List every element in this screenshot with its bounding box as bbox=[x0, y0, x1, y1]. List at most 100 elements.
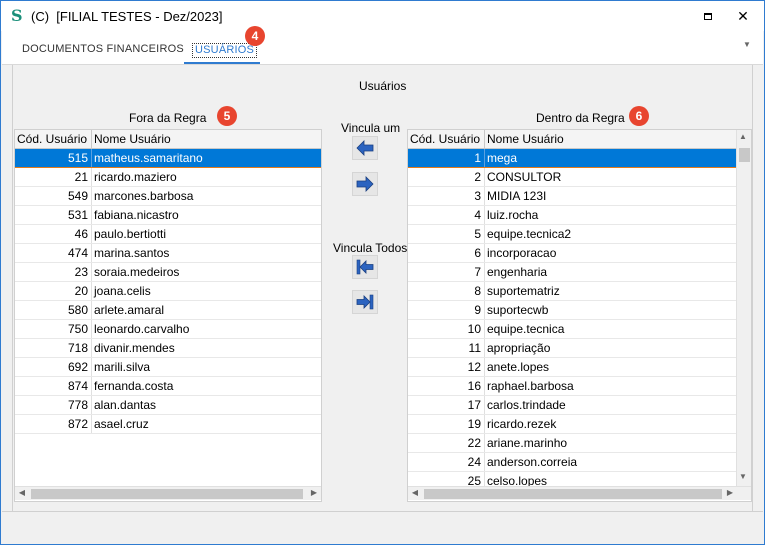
user-code-cell: 7 bbox=[408, 263, 485, 281]
user-name-cell: apropriação bbox=[487, 341, 551, 355]
user-code-cell: 872 bbox=[15, 415, 92, 433]
left-col-code-header[interactable]: Cód. Usuário bbox=[15, 130, 92, 149]
right-scroll-thumb[interactable] bbox=[424, 489, 722, 499]
table-row[interactable]: 17 carlos.trindade bbox=[408, 396, 736, 415]
table-row[interactable]: 10 equipe.tecnica bbox=[408, 320, 736, 339]
table-row[interactable]: 22 ariane.marinho bbox=[408, 434, 736, 453]
table-row[interactable]: 692 marili.silva bbox=[15, 358, 321, 377]
table-row[interactable]: 6 incorporacao bbox=[408, 244, 736, 263]
right-horizontal-scrollbar[interactable]: ◀ ▶ bbox=[408, 486, 751, 500]
table-row[interactable]: 16 raphael.barbosa bbox=[408, 377, 736, 396]
right-col-code-header[interactable]: Cód. Usuário bbox=[408, 130, 485, 149]
arrow-last-icon bbox=[356, 294, 374, 310]
app-logo-icon: S bbox=[11, 6, 23, 25]
table-row[interactable]: 474 marina.santos bbox=[15, 244, 321, 263]
table-row[interactable]: 750 leonardo.carvalho bbox=[15, 320, 321, 339]
move-all-left-button[interactable] bbox=[352, 255, 378, 279]
user-code-cell: 580 bbox=[15, 301, 92, 319]
user-name-cell: incorporacao bbox=[487, 246, 557, 260]
scroll-left-icon[interactable]: ◀ bbox=[15, 488, 29, 497]
move-one-right-button[interactable] bbox=[352, 172, 378, 196]
tab-documentos-financeiros[interactable]: DOCUMENTOS FINANCEIROS bbox=[22, 43, 184, 55]
arrow-right-icon bbox=[356, 176, 374, 192]
window-title: (C) [FILIAL TESTES - Dez/2023] bbox=[31, 9, 223, 24]
table-row[interactable]: 778 alan.dantas bbox=[15, 396, 321, 415]
right-list-title: Dentro da Regra bbox=[536, 111, 625, 125]
scroll-left-icon[interactable]: ◀ bbox=[408, 488, 422, 497]
user-code-cell: 20 bbox=[15, 282, 92, 300]
table-row[interactable]: 7 engenharia bbox=[408, 263, 736, 282]
users-panel: Usuários Fora da Regra 5 Dentro da Regra… bbox=[12, 65, 753, 511]
user-code-cell: 9 bbox=[408, 301, 485, 319]
table-row[interactable]: 874 fernanda.costa bbox=[15, 377, 321, 396]
table-row[interactable]: 24 anderson.correia bbox=[408, 453, 736, 472]
user-name-cell: fernanda.costa bbox=[94, 379, 174, 393]
tab-strip: DOCUMENTOS FINANCEIROS USUÁRIOS ▼ bbox=[2, 31, 763, 65]
right-vertical-scrollbar[interactable]: ▲ ▼ bbox=[736, 130, 751, 486]
user-code-cell: 718 bbox=[15, 339, 92, 357]
user-code-cell: 3 bbox=[408, 187, 485, 205]
table-row[interactable]: 5 equipe.tecnica2 bbox=[408, 225, 736, 244]
left-col-name-header[interactable]: Nome Usuário bbox=[92, 130, 321, 149]
table-row[interactable]: 515 matheus.samaritano bbox=[15, 149, 321, 168]
callout-badge-left: 5 bbox=[217, 106, 237, 126]
scroll-down-icon[interactable]: ▼ bbox=[739, 472, 747, 481]
user-name-cell: alan.dantas bbox=[94, 398, 157, 412]
table-row[interactable]: 718 divanir.mendes bbox=[15, 339, 321, 358]
user-code-cell: 10 bbox=[408, 320, 485, 338]
table-row[interactable]: 4 luiz.rocha bbox=[408, 206, 736, 225]
table-row[interactable]: 580 arlete.amaral bbox=[15, 301, 321, 320]
user-code-cell: 515 bbox=[15, 149, 92, 167]
user-name-cell: fabiana.nicastro bbox=[94, 208, 179, 222]
user-name-cell: MIDIA 123I bbox=[487, 189, 547, 203]
right-col-name-header[interactable]: Nome Usuário bbox=[485, 130, 736, 149]
table-row[interactable]: 20 joana.celis bbox=[15, 282, 321, 301]
table-row[interactable]: 8 suportematriz bbox=[408, 282, 736, 301]
move-one-left-button[interactable] bbox=[352, 136, 378, 160]
tab-menu-chevron-icon[interactable]: ▼ bbox=[743, 40, 751, 49]
user-code-cell: 8 bbox=[408, 282, 485, 300]
user-code-cell: 19 bbox=[408, 415, 485, 433]
user-code-cell: 23 bbox=[15, 263, 92, 281]
left-horizontal-scrollbar[interactable]: ◀ ▶ bbox=[15, 486, 321, 500]
left-scroll-thumb[interactable] bbox=[31, 489, 303, 499]
table-row[interactable]: 21 ricardo.maziero bbox=[15, 168, 321, 187]
left-list-title: Fora da Regra bbox=[129, 111, 207, 125]
move-all-right-button[interactable] bbox=[352, 290, 378, 314]
table-row[interactable]: 2 CONSULTOR bbox=[408, 168, 736, 187]
right-vscroll-thumb[interactable] bbox=[739, 148, 750, 162]
table-row[interactable]: 46 paulo.bertiotti bbox=[15, 225, 321, 244]
scroll-right-icon[interactable]: ▶ bbox=[723, 488, 737, 497]
table-row[interactable]: 19 ricardo.rezek bbox=[408, 415, 736, 434]
scroll-right-icon[interactable]: ▶ bbox=[307, 488, 321, 497]
table-row[interactable]: 25 celso.lopes bbox=[408, 472, 736, 486]
user-code-cell: 11 bbox=[408, 339, 485, 357]
table-row[interactable]: 3 MIDIA 123I bbox=[408, 187, 736, 206]
user-name-cell: divanir.mendes bbox=[94, 341, 175, 355]
user-code-cell: 474 bbox=[15, 244, 92, 262]
right-users-grid[interactable]: Cód. Usuário Nome Usuário 1 mega 2 CONSULTO… bbox=[407, 129, 752, 502]
right-grid-header: Cód. Usuário Nome Usuário bbox=[408, 130, 736, 149]
user-code-cell: 25 bbox=[408, 472, 485, 486]
table-row[interactable]: 23 soraia.medeiros bbox=[15, 263, 321, 282]
user-code-cell: 12 bbox=[408, 358, 485, 376]
user-name-cell: ricardo.rezek bbox=[487, 417, 557, 431]
scroll-up-icon[interactable]: ▲ bbox=[739, 132, 747, 141]
user-name-cell: luiz.rocha bbox=[487, 208, 539, 222]
close-button[interactable]: ✕ bbox=[728, 1, 758, 31]
user-code-cell: 4 bbox=[408, 206, 485, 224]
left-users-grid[interactable]: Cód. Usuário Nome Usuário 515 matheus.sam… bbox=[14, 129, 322, 502]
user-code-cell: 17 bbox=[408, 396, 485, 414]
table-row[interactable]: 1 mega bbox=[408, 149, 736, 168]
table-row[interactable]: 872 asael.cruz bbox=[15, 415, 321, 434]
user-name-cell: paulo.bertiotti bbox=[94, 227, 167, 241]
user-code-cell: 1 bbox=[408, 149, 485, 167]
table-row[interactable]: 9 suportecwb bbox=[408, 301, 736, 320]
maximize-button[interactable] bbox=[693, 1, 723, 31]
table-row[interactable]: 12 anete.lopes bbox=[408, 358, 736, 377]
table-row[interactable]: 11 apropriação bbox=[408, 339, 736, 358]
table-row[interactable]: 549 marcones.barbosa bbox=[15, 187, 321, 206]
user-code-cell: 750 bbox=[15, 320, 92, 338]
user-code-cell: 874 bbox=[15, 377, 92, 395]
table-row[interactable]: 531 fabiana.nicastro bbox=[15, 206, 321, 225]
